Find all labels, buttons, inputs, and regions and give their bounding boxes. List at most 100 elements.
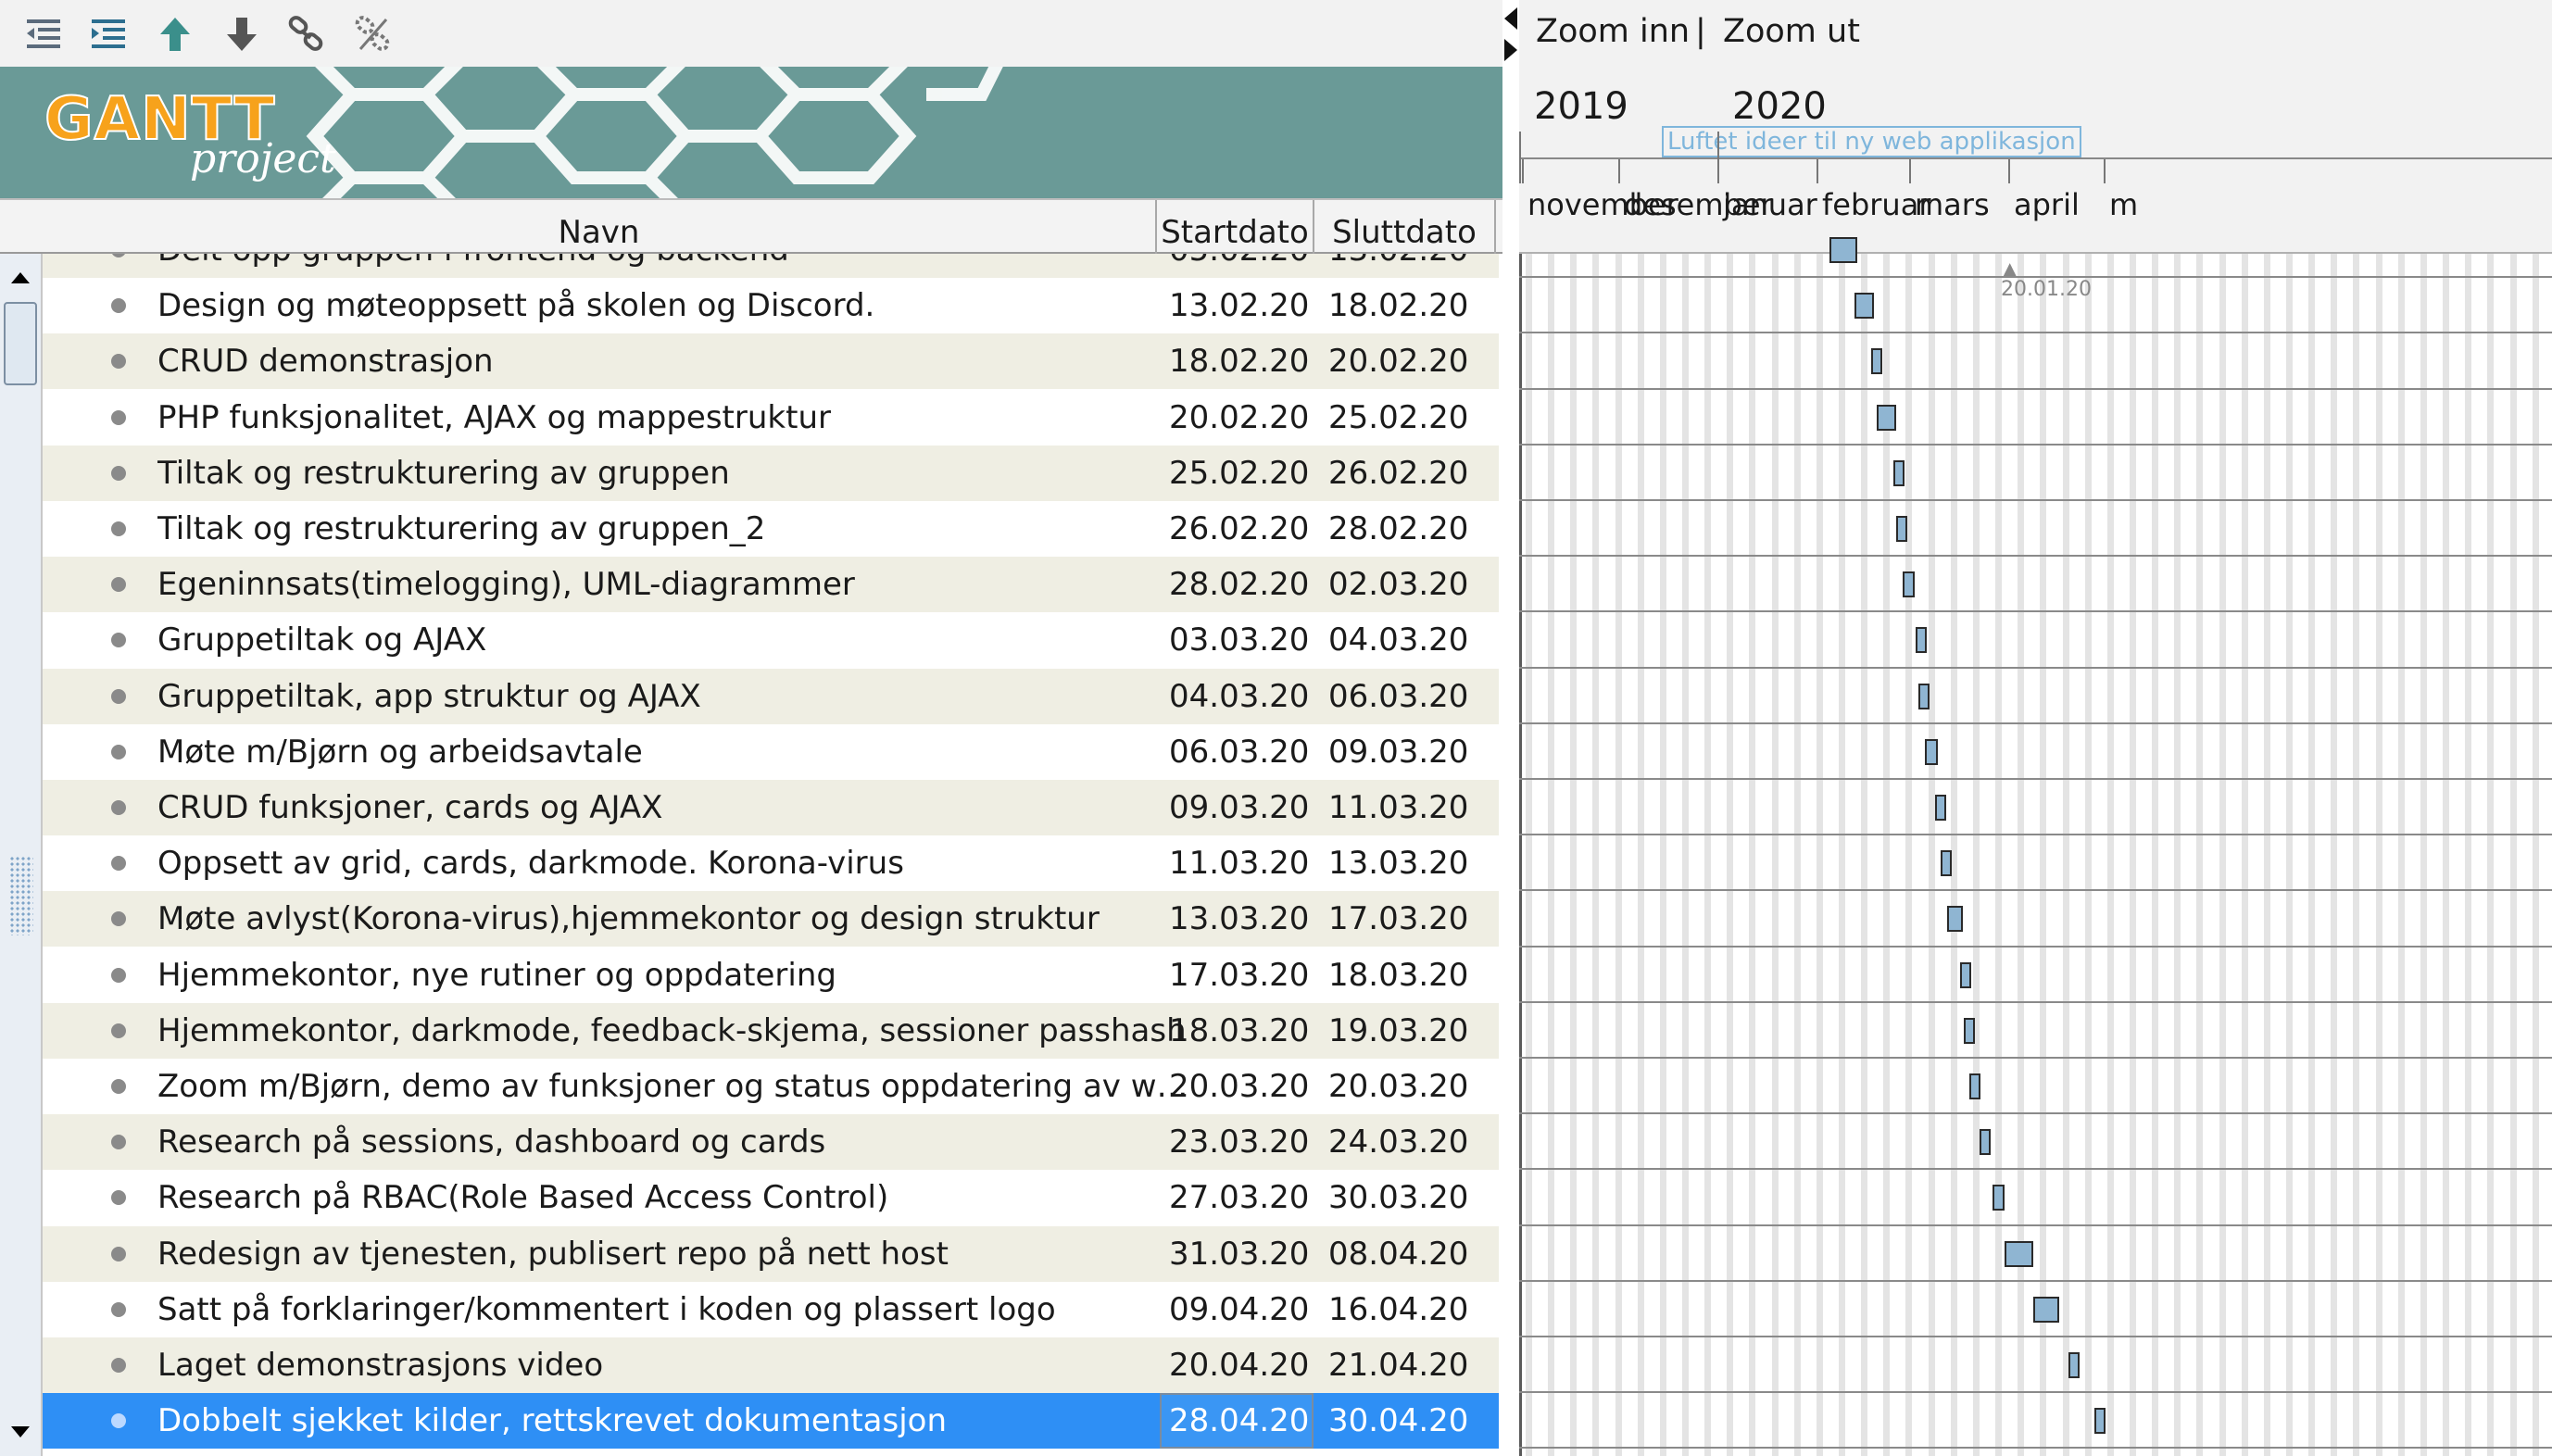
task-row[interactable]: Redesign av tjenesten, publisert repo på… [43, 1225, 1499, 1282]
task-row[interactable]: CRUD demonstrasjon 18.02.20 20.02.20 [43, 333, 1499, 390]
task-name[interactable]: Delt opp gruppen i frontend og backend [157, 254, 1195, 278]
gantt-chart-area[interactable]: ▲ 20.01.20 [1519, 237, 2552, 1456]
link-button[interactable] [280, 9, 333, 57]
task-start-date[interactable]: 25.02.20 [1169, 446, 1317, 501]
task-name[interactable]: PHP funksjonalitet, AJAX og mappestruktu… [157, 390, 1195, 446]
task-row[interactable]: Zoom m/Bjørn, demo av funksjoner og stat… [43, 1059, 1499, 1114]
task-start-date[interactable]: 20.04.20 [1169, 1337, 1317, 1393]
task-start-date[interactable]: 06.03.20 [1169, 724, 1317, 780]
task-name[interactable]: Redesign av tjenesten, publisert repo på… [157, 1226, 1195, 1282]
task-row[interactable]: Dobbelt sjekket kilder, rettskrevet doku… [43, 1393, 1499, 1450]
task-row[interactable]: Oppsett av grid, cards, darkmode. Korona… [43, 835, 1499, 891]
task-end-date[interactable]: 18.03.20 [1328, 948, 1477, 1003]
task-name[interactable]: Oppsett av grid, cards, darkmode. Korona… [157, 835, 1195, 891]
task-bar[interactable] [2005, 1241, 2033, 1267]
task-start-date[interactable]: 18.03.20 [1169, 1003, 1317, 1059]
task-bar[interactable] [1903, 571, 1915, 597]
task-name[interactable]: Gruppetiltak, app struktur og AJAX [157, 669, 1195, 724]
task-bar[interactable] [1964, 1018, 1975, 1044]
task-name[interactable]: Tiltak og restrukturering av gruppen_2 [157, 501, 1195, 557]
task-end-date[interactable]: 19.03.20 [1328, 1003, 1477, 1059]
task-start-date[interactable]: 28.04.20 [1160, 1393, 1314, 1450]
task-start-date[interactable]: 31.03.20 [1169, 1226, 1317, 1282]
task-start-date[interactable]: 26.02.20 [1169, 501, 1317, 557]
task-name[interactable]: CRUD demonstrasjon [157, 333, 1195, 389]
task-bar[interactable] [1980, 1129, 1991, 1155]
move-up-button[interactable] [148, 9, 202, 57]
task-end-date[interactable]: 28.02.20 [1328, 501, 1477, 557]
task-row[interactable]: Tiltak og restrukturering av gruppen 25.0… [43, 445, 1499, 501]
task-end-date[interactable]: 20.02.20 [1328, 333, 1477, 389]
task-row[interactable]: Tiltak og restrukturering av gruppen_2 26… [43, 501, 1499, 557]
task-row[interactable]: Research på sessions, dashboard og cards… [43, 1114, 1499, 1171]
task-bar[interactable] [1893, 460, 1905, 486]
task-bar[interactable] [1947, 906, 1963, 932]
task-start-date[interactable]: 23.03.20 [1169, 1114, 1317, 1170]
task-end-date[interactable]: 13.02.20 [1328, 254, 1477, 278]
task-name[interactable]: Laget demonstrasjons video [157, 1337, 1195, 1393]
task-row[interactable]: Møte m/Bjørn og arbeidsavtale 06.03.20 09.… [43, 724, 1499, 780]
unlink-button[interactable] [346, 9, 400, 57]
task-end-date[interactable]: 25.02.20 [1328, 390, 1477, 446]
zoom-out-link[interactable]: Zoom ut [1723, 13, 1860, 50]
task-end-date[interactable]: 21.04.20 [1328, 1337, 1477, 1393]
task-row[interactable]: Gruppetiltak, app struktur og AJAX 04.03.… [43, 668, 1499, 724]
task-start-date[interactable]: 20.02.20 [1169, 390, 1317, 446]
task-bar[interactable] [1918, 684, 1930, 709]
task-name[interactable]: Hjemmekontor, nye rutiner og oppdatering [157, 948, 1195, 1003]
task-start-date[interactable]: 28.02.20 [1169, 557, 1317, 612]
milestone-label[interactable]: Luftet ideer til ny web applikasjon [1662, 126, 2081, 157]
task-row[interactable]: Gruppetiltak og AJAX 03.03.20 04.03.20 [43, 612, 1499, 668]
task-bar[interactable] [1871, 348, 1882, 374]
task-name[interactable]: Tiltak og restrukturering av gruppen [157, 446, 1195, 501]
column-header-name[interactable]: Navn [43, 200, 1157, 254]
task-name[interactable]: Gruppetiltak og AJAX [157, 612, 1195, 668]
task-start-date[interactable]: 20.03.20 [1169, 1059, 1317, 1114]
task-row[interactable]: Delt opp gruppen i frontend og backend05… [43, 254, 1499, 278]
task-start-date[interactable]: 04.03.20 [1169, 669, 1317, 724]
task-bar[interactable] [2068, 1352, 2080, 1378]
column-header-start[interactable]: Startdato [1157, 200, 1314, 254]
task-bar[interactable] [1896, 516, 1907, 542]
task-end-date[interactable]: 06.03.20 [1328, 669, 1477, 724]
task-end-date[interactable]: 16.04.20 [1328, 1282, 1477, 1337]
task-end-date[interactable]: 17.03.20 [1328, 891, 1477, 947]
collapse-left-icon[interactable] [1504, 7, 1517, 30]
task-end-date[interactable]: 20.03.20 [1328, 1059, 1477, 1114]
task-bar[interactable] [1960, 962, 1971, 988]
task-bar[interactable] [1935, 795, 1946, 821]
task-row[interactable]: Research på RBAC(Role Based Access Contr… [43, 1170, 1499, 1225]
task-row[interactable]: PHP funksjonalitet, AJAX og mappestruktu… [43, 390, 1499, 446]
task-bar[interactable] [1829, 237, 1857, 263]
task-end-date[interactable]: 24.03.20 [1328, 1114, 1477, 1170]
pane-divider[interactable] [1502, 0, 1519, 1456]
task-bar[interactable] [1854, 293, 1874, 319]
task-start-date[interactable]: 17.03.20 [1169, 948, 1317, 1003]
task-name[interactable]: Dobbelt sjekket kilder, rettskrevet doku… [157, 1393, 1195, 1449]
task-bar[interactable] [1916, 627, 1927, 653]
task-name[interactable]: CRUD funksjoner, cards og AJAX [157, 780, 1195, 835]
task-end-date[interactable]: 09.03.20 [1328, 724, 1477, 780]
task-end-date[interactable]: 13.03.20 [1328, 835, 1477, 891]
task-start-date[interactable]: 27.03.20 [1169, 1170, 1317, 1225]
task-row[interactable]: Møte avlyst(Korona-virus),hjemmekontor o… [43, 891, 1499, 948]
move-down-button[interactable] [215, 9, 269, 57]
task-end-date[interactable]: 30.03.20 [1328, 1170, 1477, 1225]
zoom-in-link[interactable]: Zoom inn [1536, 13, 1690, 50]
outdent-button[interactable] [17, 9, 70, 57]
task-name[interactable]: Møte m/Bjørn og arbeidsavtale [157, 724, 1195, 780]
task-start-date[interactable]: 03.03.20 [1169, 612, 1317, 668]
task-end-date[interactable]: 18.02.20 [1328, 278, 1477, 333]
vertical-scrollbar[interactable] [0, 254, 43, 1456]
column-header-end[interactable]: Sluttdato [1314, 200, 1496, 254]
task-row[interactable]: Hjemmekontor, darkmode, feedback-skjema,… [43, 1002, 1499, 1059]
task-end-date[interactable]: 02.03.20 [1328, 557, 1477, 612]
task-end-date[interactable]: 26.02.20 [1328, 446, 1477, 501]
task-row[interactable]: CRUD funksjoner, cards og AJAX 09.03.20 11… [43, 780, 1499, 835]
task-bar[interactable] [1969, 1073, 1980, 1099]
scrollbar-thumb[interactable] [4, 302, 37, 385]
task-name[interactable]: Satt på forklaringer/kommentert i koden … [157, 1282, 1195, 1337]
task-start-date[interactable]: 09.03.20 [1169, 780, 1317, 835]
task-name[interactable]: Hjemmekontor, darkmode, feedback-skjema,… [157, 1003, 1195, 1059]
task-start-date[interactable]: 13.02.20 [1169, 278, 1317, 333]
